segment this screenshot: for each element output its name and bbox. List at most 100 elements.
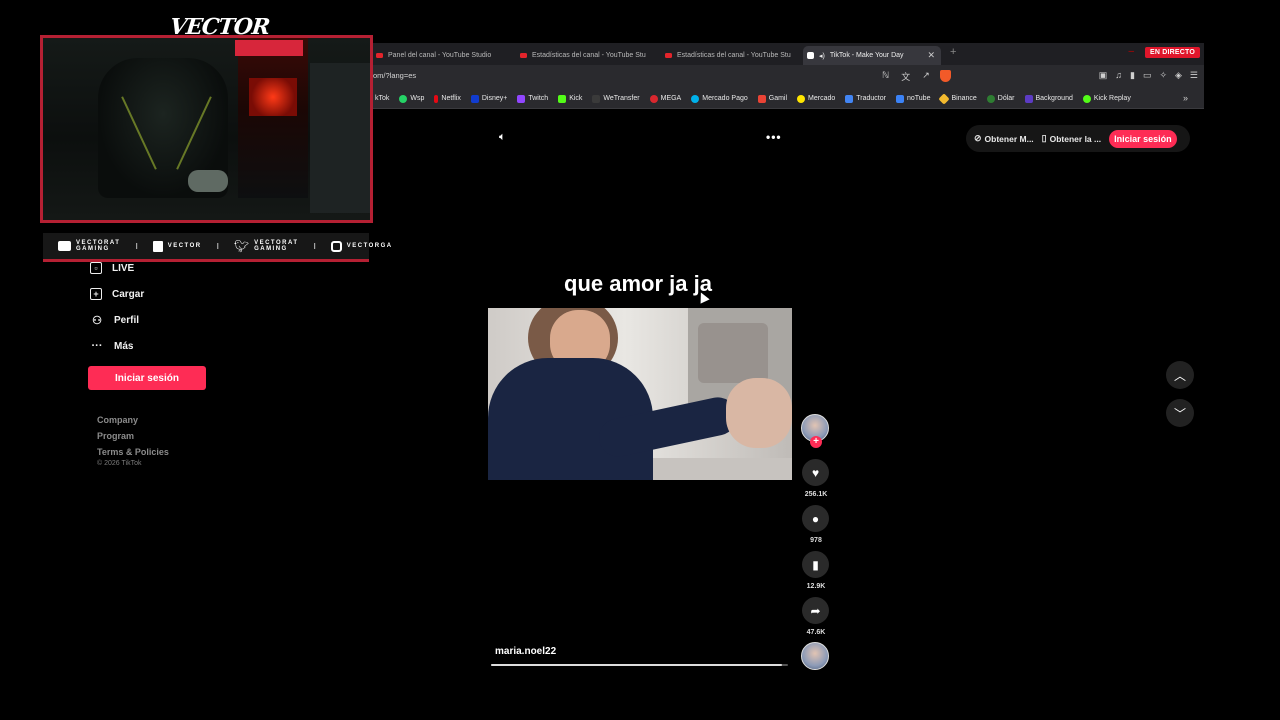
bookmark[interactable]: WeTransfer <box>592 94 640 103</box>
next-video-button[interactable]: ﹀ <box>1166 399 1194 427</box>
youtube-icon <box>58 241 71 251</box>
mercadolibre-icon <box>797 94 806 103</box>
browser-tab[interactable]: Panel del canal - YouTube Studio <box>372 46 512 65</box>
sidebar-item-profile[interactable]: ⚇ Perfil <box>90 313 139 327</box>
bookmark[interactable]: Background <box>1024 94 1073 103</box>
save-button[interactable]: ▮ <box>802 551 829 578</box>
translate-icon <box>845 94 854 103</box>
bookmark[interactable]: kTok <box>372 95 389 103</box>
share-icon: ➦ <box>810 603 821 618</box>
screenshot-icon[interactable]: ▣ <box>1099 70 1108 81</box>
mega-icon <box>649 94 658 103</box>
video-progress-bar[interactable] <box>491 664 788 666</box>
bookmark[interactable]: Kick <box>558 94 582 103</box>
minimize-icon[interactable]: – <box>1128 46 1134 57</box>
share-button[interactable]: ➦ <box>802 597 829 624</box>
more-options-icon[interactable]: ••• <box>766 130 782 144</box>
bookmark[interactable]: Disney+ <box>470 94 507 103</box>
wallet-icon[interactable]: ▭ <box>1143 70 1152 81</box>
webcam-feed <box>40 35 373 223</box>
music-disc-avatar[interactable] <box>801 642 829 670</box>
profile-icon: ⚇ <box>92 314 102 327</box>
tab-label: Estadísticas del canal - YouTube Stu <box>532 52 646 59</box>
background-icon <box>1024 94 1033 103</box>
bookmark[interactable]: Mercado Pago <box>691 94 748 103</box>
video-player[interactable] <box>488 308 792 480</box>
close-icon[interactable]: ✕ <box>927 50 935 61</box>
arcade-cabinet <box>238 38 308 198</box>
bookmark[interactable]: Dólar <box>986 94 1015 103</box>
follow-icon[interactable]: + <box>810 436 822 448</box>
sidebar-icon[interactable]: ▮ <box>1130 70 1135 81</box>
bookmarks-bar: kTok Wsp Netflix Disney+ Twitch Kick WeT… <box>370 89 1204 109</box>
bookmark[interactable]: Gamil <box>757 94 787 103</box>
share-icon[interactable]: ↗ <box>922 70 930 83</box>
like-button[interactable]: ♥ <box>802 459 829 486</box>
like-count: 256.1K <box>804 491 828 498</box>
tab-label: Estadísticas del canal - YouTube Stu <box>677 52 791 59</box>
youtube-icon <box>665 53 672 58</box>
leo-icon[interactable]: ✧ <box>1159 70 1167 81</box>
footer-link-terms[interactable]: Terms & Policies <box>97 447 169 457</box>
toolbar-icons: ▣ ♫ ▮ ▭ ✧ ◈ ☰ <box>1099 70 1198 81</box>
brave-shield-icon[interactable] <box>940 70 951 82</box>
more-icon: ··· <box>91 340 103 352</box>
menu-icon[interactable]: ☰ <box>1190 70 1198 81</box>
twitch-icon <box>152 240 163 252</box>
volume-icon[interactable]: 🔈︎ <box>499 131 506 144</box>
wetransfer-icon <box>592 94 601 103</box>
live-badge: EN DIRECTO <box>1144 47 1200 58</box>
music-icon[interactable]: ♫ <box>1115 70 1122 81</box>
browser-tab-active[interactable]: ◂) TikTok - Make Your Day ✕ <box>803 46 941 65</box>
dolar-icon <box>986 94 995 103</box>
bookmark-icon: ▮ <box>812 557 819 572</box>
sidebar-item-live[interactable]: ▫ LIVE <box>90 262 134 274</box>
social-instagram: VECTORGA <box>330 240 393 252</box>
bookmark[interactable]: Traductor <box>845 94 886 103</box>
author-username[interactable]: maria.noel22 <box>495 646 556 657</box>
get-app-button[interactable]: ⊘ Obtener M... <box>974 133 1034 144</box>
get-app-mobile-button[interactable]: ▯ Obtener la ... <box>1042 133 1101 144</box>
twitch-icon <box>517 94 526 103</box>
comment-icon: ● <box>811 511 820 526</box>
tiktok-icon <box>807 52 814 59</box>
bookmark[interactable]: Wsp <box>399 94 424 103</box>
social-bar: VECTORAT GAMING I VECTOR I 🐦︎ VECTORAT GAM… <box>43 233 391 262</box>
footer-link-program[interactable]: Program <box>97 431 134 441</box>
sidebar-item-more[interactable]: ··· Más <box>90 339 134 353</box>
address-bar: om/?lang=es ℕ 文 ↗ ▣ ♫ ▮ ▭ ✧ ◈ ☰ <box>370 65 1204 89</box>
chevron-up-icon: ︿ <box>1173 368 1186 383</box>
chevron-double-right-icon[interactable]: » <box>1183 93 1188 103</box>
netflix-icon <box>434 94 439 103</box>
bookmark[interactable]: Twitch <box>517 94 548 103</box>
bookmark[interactable]: noTube <box>895 94 930 103</box>
binance-icon <box>938 92 951 105</box>
live-icon: ▫ <box>90 262 102 274</box>
bookmark[interactable]: MEGA <box>649 94 681 103</box>
tab-label: TikTok - Make Your Day <box>829 52 904 59</box>
bookmark[interactable]: Binance <box>938 92 977 105</box>
phone-icon: ▯ <box>1041 133 1047 143</box>
url-field[interactable]: om/?lang=es <box>373 71 416 80</box>
instagram-icon <box>330 240 342 252</box>
browser-tab[interactable]: Estadísticas del canal - YouTube Stu <box>516 46 656 65</box>
bookmark[interactable]: Netflix <box>434 94 461 103</box>
browser-tab[interactable]: Estadísticas del canal - YouTube Stu <box>661 46 799 65</box>
sidebar-item-upload[interactable]: + Cargar <box>90 288 144 300</box>
login-button-top[interactable]: Iniciar sesión <box>1109 129 1177 148</box>
comment-button[interactable]: ● <box>802 505 829 532</box>
tab-label: Panel del canal - YouTube Studio <box>388 52 492 59</box>
login-button[interactable]: Iniciar sesión <box>88 366 206 390</box>
browser-tab-bar: Panel del canal - YouTube Studio Estadís… <box>370 43 1204 65</box>
vpn-icon[interactable]: ◈ <box>1175 70 1182 81</box>
mercadopago-icon <box>691 94 700 103</box>
reader-icon[interactable]: ℕ <box>882 70 889 83</box>
bookmark[interactable]: Kick Replay <box>1082 94 1131 103</box>
app-icon: ⊘ <box>974 133 982 143</box>
bookmark[interactable]: Mercado <box>797 94 835 103</box>
previous-video-button[interactable]: ︿ <box>1166 361 1194 389</box>
translate-icon[interactable]: 文 <box>901 70 910 83</box>
footer-link-company[interactable]: Company <box>97 415 138 425</box>
new-tab-icon[interactable]: + <box>950 46 956 58</box>
chevron-down-icon: ﹀ <box>1173 406 1186 421</box>
